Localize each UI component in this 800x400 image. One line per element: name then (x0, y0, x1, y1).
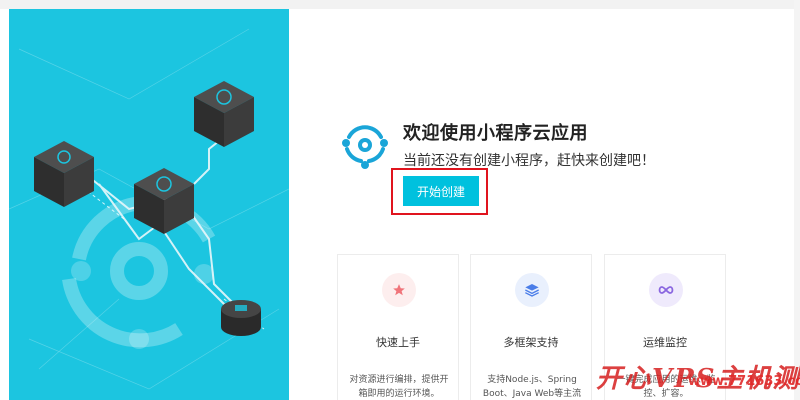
feature-card-multi-framework[interactable]: 多框架支持 支持Node.js、Spring Boot、Java Web等主流框… (470, 254, 592, 400)
card-description: 支持Node.js、Spring Boot、Java Web等主流框架的部署。 (482, 375, 582, 399)
hero-illustration (9, 9, 289, 400)
network-cubes-illustration (9, 28, 289, 390)
watermark: 开心VPS主机测评 www.771633.com (596, 358, 800, 394)
feature-card-quick-start[interactable]: 快速上手 对资源进行编排，提供开箱即用的运行环境。 (337, 254, 459, 400)
watermark-url: www.771633.com (688, 374, 800, 389)
card-title: 快速上手 (376, 336, 420, 349)
layers-icon (515, 273, 549, 307)
welcome-subtitle: 当前还没有创建小程序，赶快来创建吧！ (403, 153, 655, 169)
cloud-app-logo-icon (342, 125, 388, 169)
top-bar (0, 0, 800, 9)
star-icon (382, 273, 416, 307)
infinity-icon (649, 273, 683, 307)
card-title: 运维监控 (643, 336, 687, 349)
welcome-title: 欢迎使用小程序云应用 (403, 123, 588, 144)
card-description: 对资源进行编排，提供开箱即用的运行环境。 (349, 375, 449, 399)
card-title: 多框架支持 (503, 336, 559, 349)
start-create-button[interactable]: 开始创建 (403, 176, 479, 206)
scrollbar-track[interactable] (794, 0, 800, 400)
